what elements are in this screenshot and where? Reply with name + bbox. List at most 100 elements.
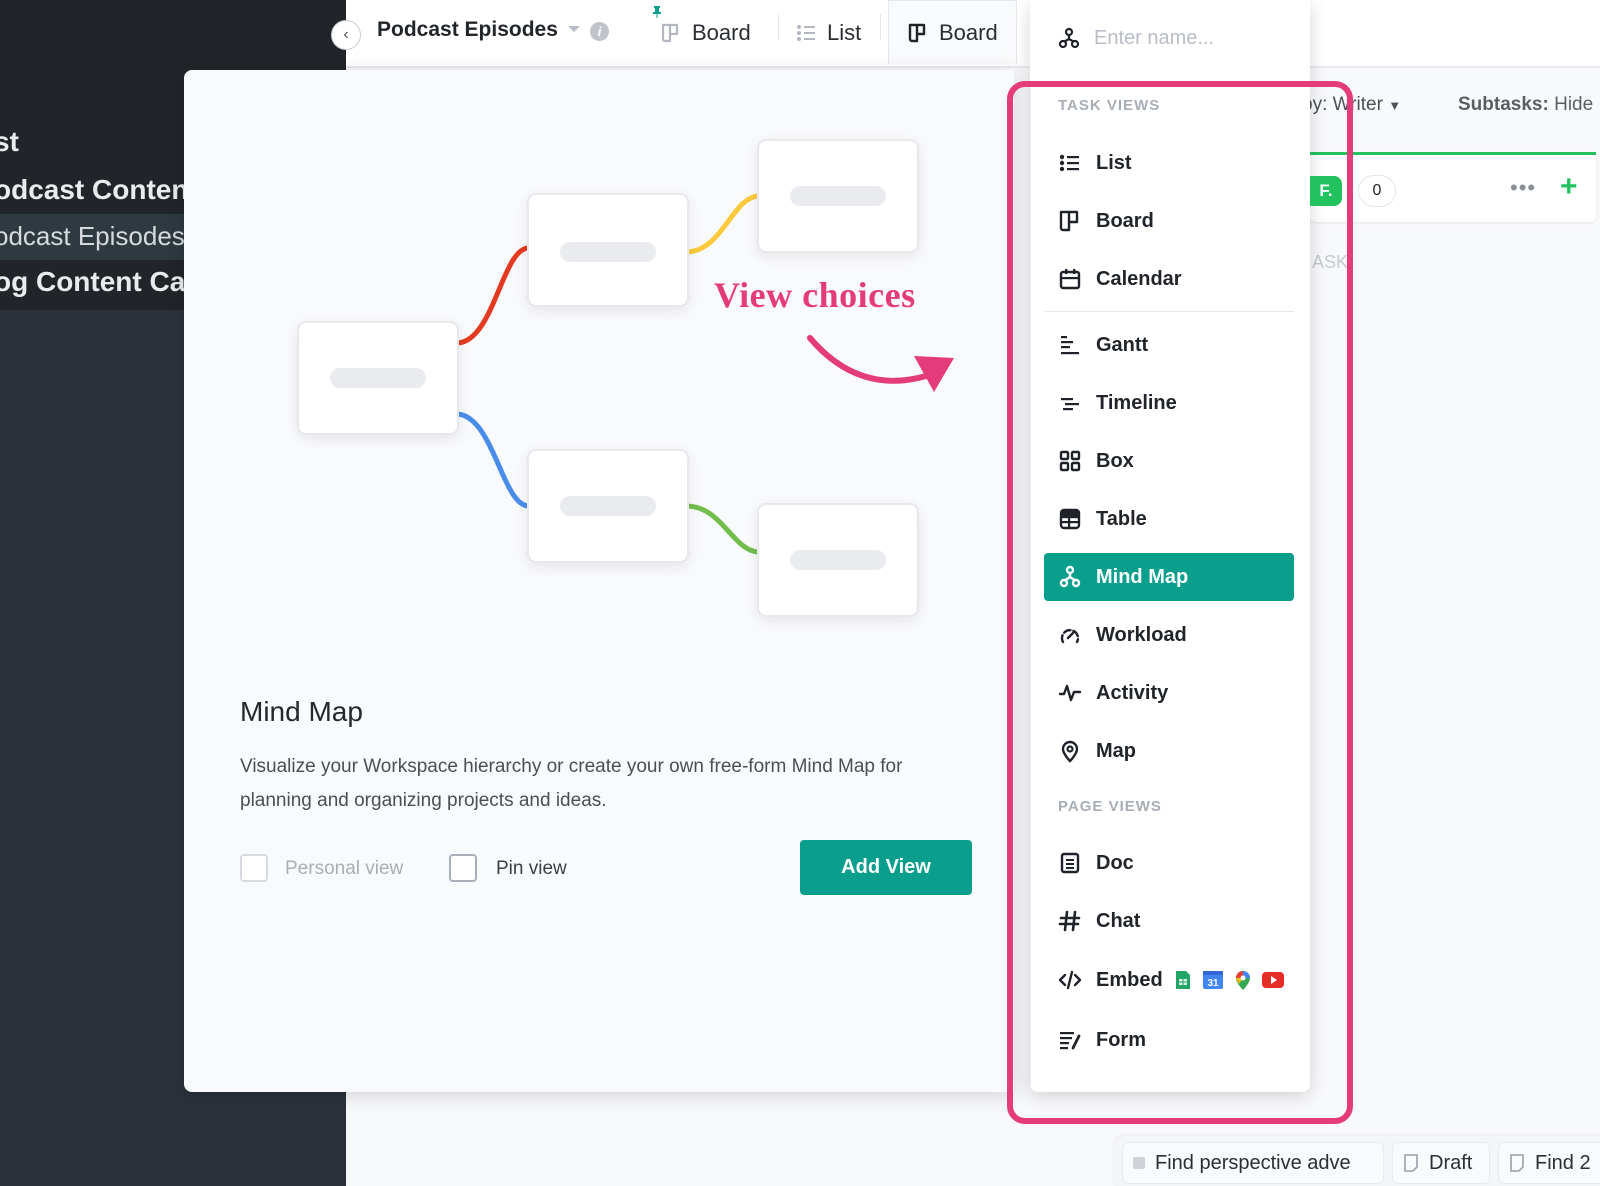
- view-option-label: Timeline: [1096, 391, 1177, 414]
- view-option-chat[interactable]: Chat: [1044, 897, 1294, 945]
- caret-down-icon[interactable]: [568, 26, 580, 32]
- info-icon[interactable]: i: [590, 22, 609, 41]
- view-option-board[interactable]: Board: [1044, 197, 1294, 245]
- section-divider: [1044, 311, 1294, 312]
- view-option-calendar[interactable]: Calendar: [1044, 255, 1294, 303]
- workload-icon: [1060, 629, 1080, 644]
- list-icon: [1059, 154, 1079, 172]
- connector-yellow: [685, 193, 759, 255]
- box-icon: [1059, 450, 1081, 472]
- code-icon: [1058, 970, 1082, 990]
- tab-label: Board: [939, 19, 998, 45]
- annotation-arrow: [807, 335, 954, 392]
- google-calendar-icon: 31: [1202, 971, 1223, 989]
- google-maps-icon: [1235, 971, 1250, 990]
- view-option-label: Doc: [1096, 851, 1134, 874]
- tab-list[interactable]: List: [795, 8, 861, 58]
- list-icon: [797, 25, 815, 41]
- chip-label: Find perspective adve: [1155, 1151, 1351, 1174]
- board-column-header: [1310, 152, 1596, 222]
- view-picker-panel: TASK VIEWS List Board Calendar Gantt Tim…: [1030, 0, 1310, 1092]
- more-options-icon[interactable]: •••: [1510, 175, 1536, 201]
- subtasks-value: Hide: [1554, 94, 1594, 115]
- view-option-form[interactable]: Form: [1044, 1016, 1294, 1064]
- view-option-table[interactable]: Table: [1044, 495, 1294, 543]
- chip-label: Find 2: [1535, 1151, 1591, 1174]
- subtasks-control[interactable]: Subtasks: Hide: [1458, 94, 1593, 116]
- doc-icon: [1060, 852, 1080, 874]
- form-icon: [1060, 1032, 1081, 1050]
- map-pin-icon: [1061, 740, 1079, 763]
- view-preview-modal: View choices Mind Map Visualize your Wor…: [184, 70, 1014, 1092]
- view-option-list[interactable]: List: [1044, 139, 1294, 187]
- mind-map-illustration: [297, 139, 954, 617]
- group-by-control[interactable]: by: Writer ▼: [1302, 94, 1401, 116]
- caret-down-icon: ▼: [1388, 98, 1402, 113]
- view-option-label: Table: [1096, 507, 1147, 530]
- tab-label: Board: [692, 20, 751, 45]
- view-option-map[interactable]: Map: [1044, 727, 1294, 775]
- mind-map-node: [527, 449, 689, 563]
- view-option-timeline[interactable]: Timeline: [1044, 379, 1294, 427]
- view-option-label: Activity: [1096, 681, 1169, 704]
- board-icon: [908, 23, 926, 42]
- gantt-icon: [1061, 336, 1079, 355]
- add-task-button[interactable]: +: [1560, 170, 1578, 204]
- add-view-button[interactable]: Add View: [800, 840, 972, 895]
- tray-chip[interactable]: Draft: [1392, 1142, 1490, 1184]
- view-option-label: Chat: [1096, 909, 1141, 932]
- tray-chip[interactable]: Find 2: [1498, 1142, 1600, 1184]
- view-option-box[interactable]: Box: [1044, 437, 1294, 485]
- tab-separator: [778, 14, 779, 40]
- page-icon: [1510, 1154, 1524, 1172]
- chevron-left-icon: ‹: [343, 26, 349, 43]
- subtasks-label: Subtasks:: [1458, 94, 1549, 115]
- view-name-field[interactable]: [1058, 16, 1298, 60]
- personal-view-checkbox[interactable]: [240, 854, 268, 882]
- view-option-activity[interactable]: Activity: [1044, 669, 1294, 717]
- pin-icon: [653, 6, 661, 18]
- mind-map-node: [757, 139, 919, 253]
- new-task-placeholder[interactable]: ASK: [1312, 252, 1348, 273]
- personal-view-label: Personal view: [285, 858, 404, 879]
- pin-view-checkbox[interactable]: [449, 854, 477, 882]
- view-option-embed[interactable]: Embed 31: [1044, 956, 1294, 1004]
- column-count: 0: [1358, 175, 1396, 207]
- google-sheets-icon: [1175, 971, 1190, 989]
- tab-board-pinned[interactable]: Board: [660, 8, 751, 58]
- mind-map-node-root: [297, 321, 459, 435]
- tray-chip[interactable]: Find perspective adve: [1122, 1142, 1384, 1184]
- view-option-label: Form: [1096, 1028, 1146, 1051]
- view-name-input[interactable]: [1094, 26, 1274, 50]
- breadcrumb[interactable]: Podcast Episodes: [377, 18, 558, 42]
- status-square-icon: [1133, 1157, 1145, 1169]
- mind-map-icon: [1058, 27, 1080, 49]
- activity-icon: [1058, 684, 1082, 702]
- board-icon: [661, 23, 679, 43]
- group-by-value: Writer: [1332, 94, 1383, 115]
- sidebar-item-label: odcast Episodes: [0, 221, 185, 251]
- view-option-label: Mind Map: [1096, 565, 1189, 588]
- annotation-text: View choices: [714, 275, 916, 315]
- view-option-label: Workload: [1096, 623, 1187, 646]
- hash-icon: [1058, 910, 1081, 932]
- tab-board-active[interactable]: Board: [888, 0, 1017, 64]
- sidebar-item-label: st: [0, 126, 19, 157]
- panel-divider: [1030, 84, 1031, 1092]
- board-area: [1310, 70, 1600, 1186]
- sidebar-item-label: odcast Content: [0, 174, 198, 205]
- column-status-badge: F.: [1310, 176, 1342, 206]
- view-option-mind-map[interactable]: Mind Map: [1044, 553, 1294, 601]
- mind-map-node: [527, 193, 689, 307]
- view-option-label: Board: [1096, 209, 1154, 232]
- connector-red: [457, 245, 529, 346]
- sidebar-item-label: og Content Cal: [0, 266, 194, 297]
- page-icon: [1404, 1154, 1418, 1172]
- view-option-gantt[interactable]: Gantt: [1044, 321, 1294, 369]
- board-icon: [1059, 210, 1079, 232]
- connector-green: [685, 503, 759, 555]
- mind-map-node: [757, 503, 919, 617]
- view-option-doc[interactable]: Doc: [1044, 839, 1294, 887]
- collapse-sidebar-button[interactable]: ‹: [331, 20, 361, 50]
- view-option-workload[interactable]: Workload: [1044, 611, 1294, 659]
